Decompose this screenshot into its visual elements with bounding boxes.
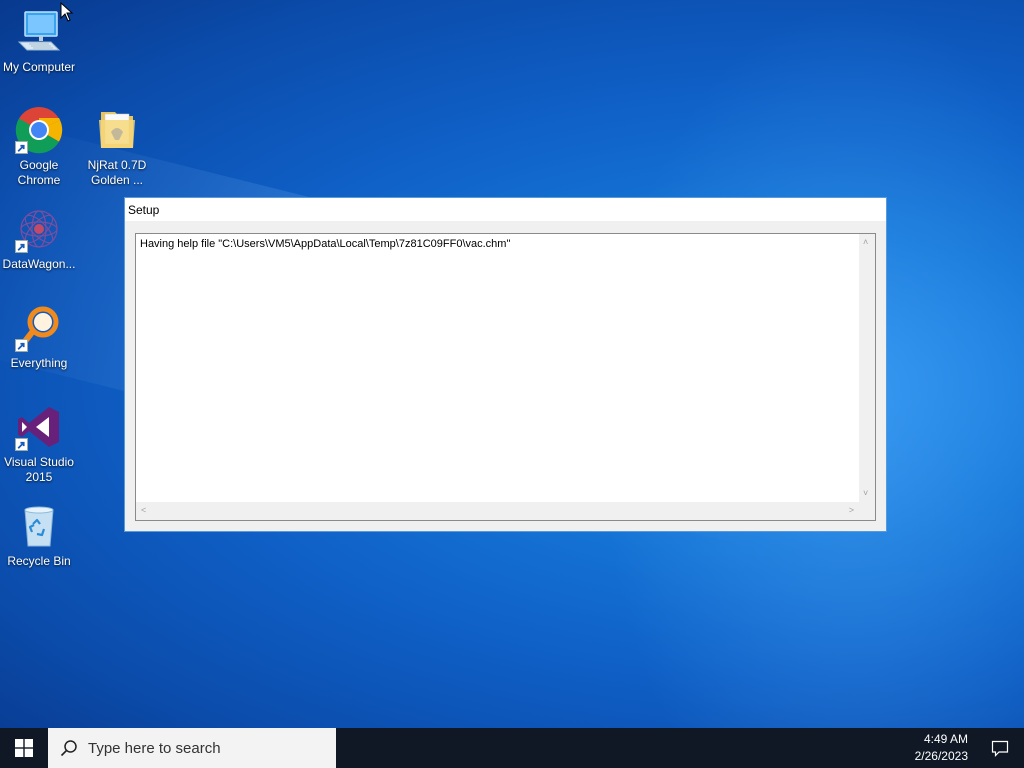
- scrollbar-corner: [858, 502, 875, 520]
- scroll-up-icon[interactable]: ˄: [863, 238, 868, 247]
- window-title: Setup: [125, 198, 886, 221]
- desktop-icon-datawagon[interactable]: DataWagon...: [0, 205, 78, 272]
- folder-icon: [93, 106, 141, 154]
- desktop-icon-label: Everything: [10, 356, 68, 370]
- desktop-icon-label: DataWagon...: [2, 257, 76, 271]
- horizontal-scrollbar[interactable]: ˂ ˃: [136, 502, 859, 520]
- datawagon-icon: [15, 205, 63, 253]
- scroll-right-icon[interactable]: ˃: [849, 506, 854, 515]
- mouse-cursor-icon: [60, 2, 74, 22]
- recycle-bin-icon: [15, 502, 63, 550]
- taskbar-search-box[interactable]: [48, 728, 336, 768]
- desktop-icon-label: My Computer: [2, 60, 76, 74]
- desktop-icon-visual-studio[interactable]: Visual Studio 2015: [0, 403, 78, 485]
- scroll-left-icon[interactable]: ˂: [141, 506, 146, 515]
- desktop-icon-njrat-folder[interactable]: NjRat 0.7D Golden ...: [78, 106, 156, 188]
- clock-time: 4:49 AM: [923, 732, 968, 746]
- scroll-down-icon[interactable]: ˅: [863, 489, 868, 498]
- desktop-icon-recycle-bin[interactable]: Recycle Bin: [0, 502, 78, 569]
- notification-center-button[interactable]: [976, 728, 1024, 768]
- vertical-scrollbar[interactable]: ˄ ˅: [859, 234, 875, 502]
- windows-logo-icon: [15, 739, 33, 757]
- monitor-icon: [15, 8, 63, 56]
- desktop-icon-label: Recycle Bin: [7, 554, 71, 568]
- setup-window[interactable]: Setup Having help file "C:\Users\VM5\App…: [124, 197, 887, 532]
- setup-log-textbox[interactable]: Having help file "C:\Users\VM5\AppData\L…: [135, 233, 876, 521]
- everything-icon: [15, 304, 63, 352]
- shortcut-arrow-icon: [15, 438, 28, 451]
- taskbar: 4:49 AM 2/26/2023: [0, 728, 1024, 768]
- shortcut-arrow-icon: [15, 141, 28, 154]
- start-button[interactable]: [0, 728, 48, 768]
- desktop-icon-label: Google Chrome: [17, 158, 61, 187]
- system-clock[interactable]: 4:49 AM 2/26/2023: [898, 731, 968, 765]
- log-text: Having help file "C:\Users\VM5\AppData\L…: [140, 238, 511, 250]
- shortcut-arrow-icon: [15, 240, 28, 253]
- visual-studio-icon: [15, 403, 63, 451]
- desktop-icon-label: NjRat 0.7D Golden ...: [87, 158, 147, 187]
- search-input[interactable]: [88, 739, 318, 757]
- desktop-icon-label: Visual Studio 2015: [4, 455, 74, 484]
- chrome-icon: [15, 106, 63, 154]
- desktop-icon-google-chrome[interactable]: Google Chrome: [0, 106, 78, 188]
- search-icon: [60, 740, 77, 757]
- clock-date: 2/26/2023: [914, 749, 968, 763]
- shortcut-arrow-icon: [15, 339, 28, 352]
- notification-icon: [991, 740, 1009, 757]
- desktop-icon-everything[interactable]: Everything: [0, 304, 78, 371]
